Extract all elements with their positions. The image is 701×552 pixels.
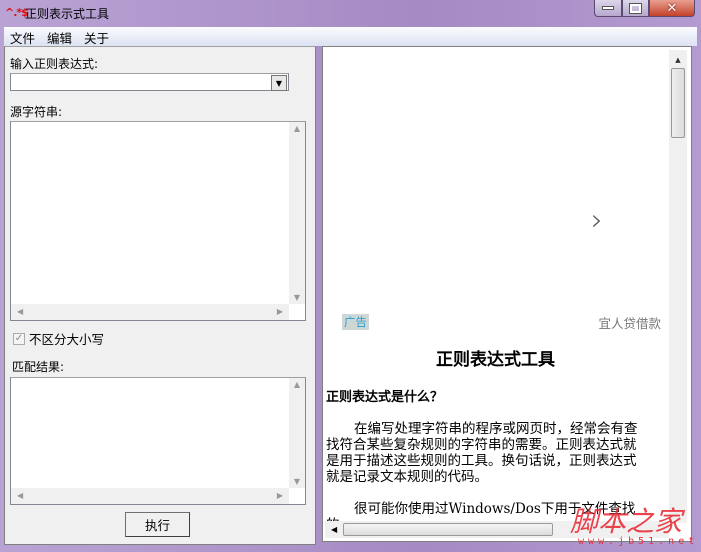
dropdown-button[interactable]: ▼ [271, 75, 287, 91]
menu-bar: 文件 编辑 关于 [4, 27, 697, 46]
regex-label: 输入正则表达式: [10, 57, 99, 71]
vertical-scrollbar[interactable]: ▲ ▼ [289, 378, 305, 488]
watermark-url: www.jb51.net [578, 536, 699, 547]
menu-edit[interactable]: 编辑 [41, 27, 78, 46]
window-title: 正则表示式工具 [25, 7, 110, 21]
close-button[interactable]: ✕ [649, 0, 695, 17]
result-textarea[interactable]: ▲ ▼ ◀ ▶ [10, 377, 306, 505]
checkbox-checked-icon: ✓ [13, 332, 25, 345]
ad-badge[interactable]: 广告 [342, 314, 369, 330]
chevron-down-icon: ▼ [275, 78, 283, 88]
source-textarea[interactable]: ▲ ▼ ◀ ▶ [10, 121, 306, 321]
vertical-scrollbar[interactable]: ▲ ▼ [289, 122, 305, 304]
title-bar[interactable]: ^.*$ 正则表示式工具 ✕ [0, 0, 701, 27]
close-icon: ✕ [666, 0, 678, 16]
menu-file[interactable]: 文件 [4, 27, 41, 46]
scroll-thumb[interactable] [671, 68, 685, 138]
browser-vertical-scrollbar[interactable]: ▲ [669, 50, 687, 523]
regex-combobox[interactable]: ▼ [10, 73, 289, 91]
left-panel: 输入正则表达式: ▼ 源字符串: ▲ ▼ ◀ ▶ ✓ 不区分大小写 匹配结果: ▲ ▼… [4, 46, 316, 545]
execute-button[interactable]: 执行 [125, 512, 190, 537]
page-heading: 正则表达式工具 [436, 350, 555, 370]
paragraph: 在编写处理字符串的程序或网页时，经常会有查找符合某些复杂规则的字符串的需要。正则… [326, 421, 638, 485]
chevron-right-icon[interactable]: › [591, 203, 603, 238]
minimize-button[interactable] [594, 0, 622, 17]
watermark-logo: 脚本之家 [570, 505, 683, 538]
scroll-thumb[interactable] [343, 523, 554, 536]
result-label: 匹配结果: [12, 360, 65, 374]
case-insensitive-checkbox[interactable]: ✓ 不区分大小写 [13, 329, 104, 348]
maximize-button[interactable] [622, 0, 649, 17]
section-heading: 正则表达式是什么？ [326, 390, 444, 405]
minimize-icon [602, 6, 614, 10]
horizontal-scrollbar[interactable]: ◀ ▶ [11, 304, 289, 320]
help-browser: › 广告 宜人贷借款 正则表达式工具 正则表达式是什么？ 在编写处理字符串的程序… [322, 46, 692, 542]
source-label: 源字符串: [10, 105, 63, 119]
menu-about[interactable]: 关于 [78, 27, 115, 46]
checkbox-label: 不区分大小写 [29, 332, 105, 347]
ad-link[interactable]: 宜人贷借款 [598, 313, 661, 332]
horizontal-scrollbar[interactable]: ◀ ▶ [11, 488, 289, 504]
maximize-icon [629, 2, 642, 14]
